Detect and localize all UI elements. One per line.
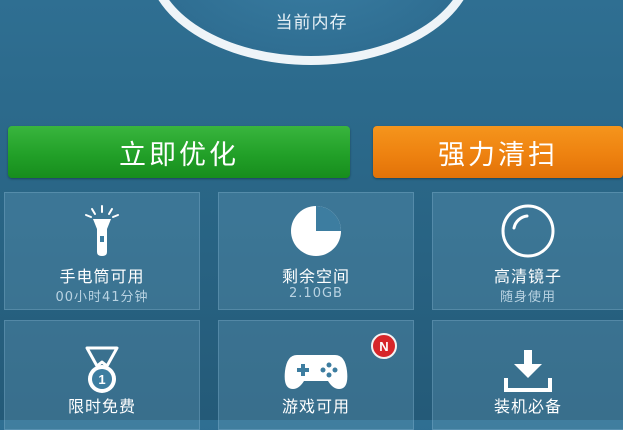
tile-free-offer[interactable]: 1 限时免费 [4,320,200,430]
tile-essential-apps[interactable]: 装机必备 [432,320,623,430]
memory-gauge-label: 当前内存 [275,13,348,33]
optimize-now-button[interactable]: 立即优化 [8,126,350,178]
gamepad-icon [219,345,413,397]
tile-mirror[interactable]: 高清镜子 随身使用 [432,192,623,310]
tile-storage[interactable]: 剩余空间 2.10GB [218,192,414,310]
tile-title: 限时免费 [67,397,136,416]
tile-title: 装机必备 [493,397,562,416]
tile-title: 游戏可用 [281,397,350,416]
deep-clean-button[interactable]: 强力清扫 [373,126,623,178]
tile-subtitle: 00小时41分钟 [55,290,149,305]
medal-icon: 1 [5,345,199,397]
tile-games[interactable]: N 游戏可用 [218,320,414,430]
download-icon [433,345,623,397]
tile-title: 剩余空间 [281,267,350,286]
tile-subtitle: 随身使用 [499,290,556,305]
mirror-icon [433,204,623,258]
tile-title: 手电筒可用 [59,267,145,286]
storage-pie-icon [219,205,413,257]
tile-subtitle: 2.10GB [289,286,343,301]
tile-flashlight[interactable]: 手电筒可用 00小时41分钟 [4,192,200,310]
svg-text:1: 1 [98,372,105,387]
tile-title: 高清镜子 [493,267,562,286]
flashlight-icon [5,205,199,257]
